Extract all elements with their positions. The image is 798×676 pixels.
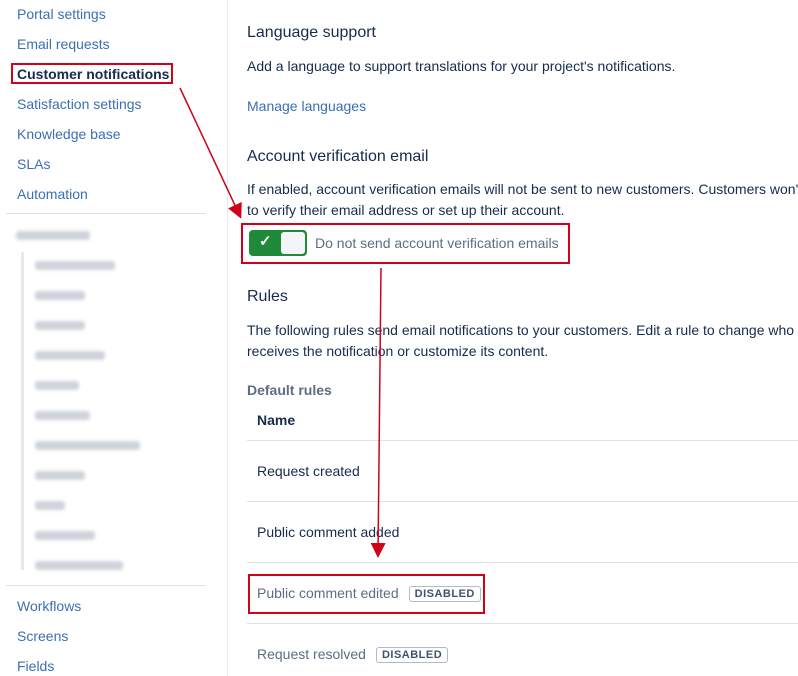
rules-heading: Rules [247,288,288,305]
verification-description-1: If enabled, account verification emails … [247,181,798,197]
verification-toggle[interactable]: ✓ [249,230,307,256]
sidebar: Portal settings Email requests Customer … [0,0,228,676]
nav-satisfaction-settings[interactable]: Satisfaction settings [17,96,142,112]
disabled-badge: DISABLED [375,647,449,663]
nav-workflows[interactable]: Workflows [17,598,81,614]
verification-heading: Account verification email [247,148,429,165]
rule-name: Request resolved [257,646,366,662]
nav-portal-settings[interactable]: Portal settings [17,6,106,22]
nav-customer-notifications-label: Customer notifications [17,66,170,82]
nav-slas[interactable]: SLAs [17,156,50,172]
language-support-heading: Language support [247,24,376,41]
nav-knowledge-base[interactable]: Knowledge base [17,126,121,142]
sidebar-divider [6,213,206,214]
sidebar-divider-2 [6,585,206,586]
check-icon: ✓ [259,233,272,250]
rule-name[interactable]: Request created [257,463,360,479]
annotation-box-toggle: ✓ Do not send account verification email… [241,223,570,264]
rules-description-1: The following rules send email notificat… [247,322,795,338]
row-divider [247,623,798,624]
rule-name-disabled[interactable]: Request resolved DISABLED [257,646,449,663]
toggle-label: Do not send account verification emails [315,235,559,251]
toggle-knob [281,232,305,254]
nav-email-requests[interactable]: Email requests [17,36,110,52]
language-support-description: Add a language to support translations f… [247,58,676,74]
main-content: Language support Add a language to suppo… [247,0,798,676]
nav-screens[interactable]: Screens [17,628,68,644]
rules-description-2: receives the notification or customize i… [247,343,549,359]
row-divider [247,501,798,502]
nav-customer-notifications[interactable]: Customer notifications [11,63,173,84]
annotation-box-public-comment-edited [248,574,485,614]
table-header-divider [247,440,798,441]
rules-column-name: Name [257,412,296,428]
nav-automation[interactable]: Automation [17,186,88,202]
default-rules-label: Default rules [247,382,332,398]
manage-languages-link[interactable]: Manage languages [247,98,366,114]
verification-description-2: to verify their email address or set up … [247,202,565,218]
nav-fields[interactable]: Fields [17,658,54,674]
rule-name[interactable]: Public comment added [257,524,399,540]
row-divider [247,562,798,563]
